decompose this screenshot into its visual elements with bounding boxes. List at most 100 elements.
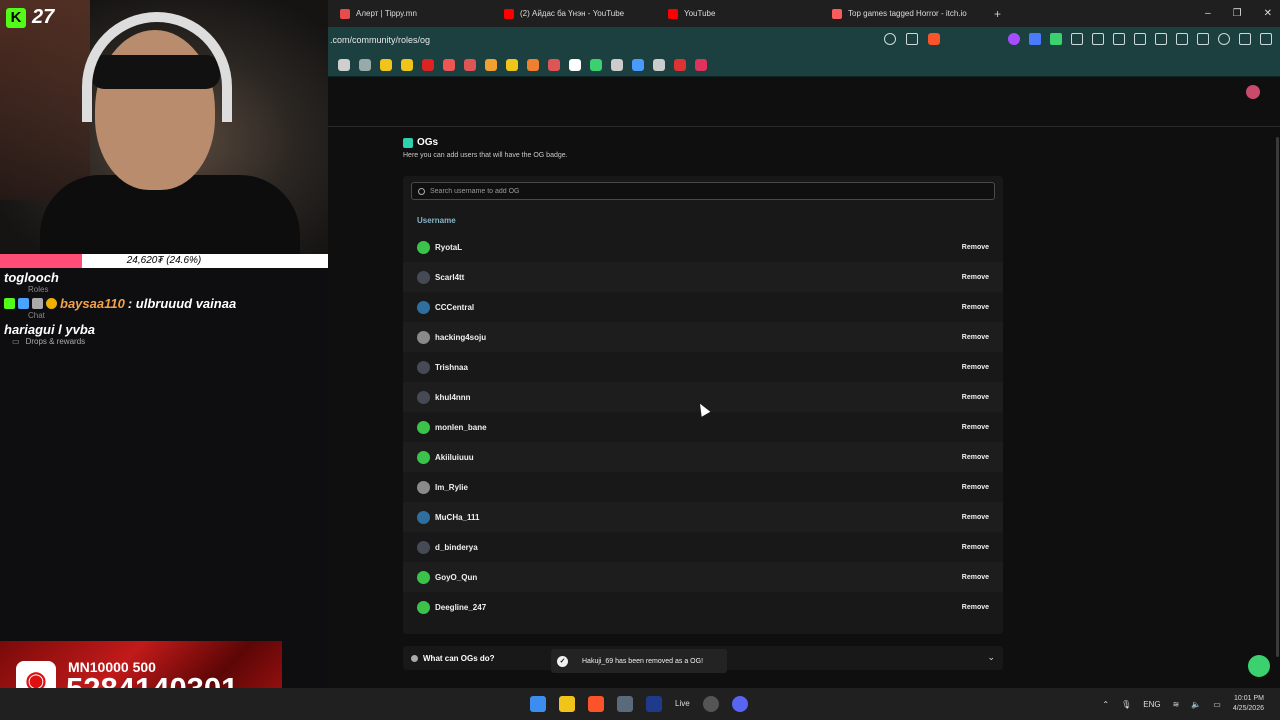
bookmark-icon[interactable] (443, 58, 455, 71)
browser-tab-2[interactable]: (2) Айдас ба Үнэн - YouTube (498, 0, 662, 27)
toast-notification: ✓ Hakuji_69 has been removed as a OG! (551, 649, 727, 673)
brave-browser-icon[interactable] (588, 696, 604, 712)
search-box (411, 182, 995, 200)
qr-icon[interactable] (1113, 33, 1125, 45)
itch-icon (832, 8, 842, 19)
live-app-label[interactable]: Live (675, 696, 690, 712)
volume-icon[interactable]: 🔈 (1191, 700, 1201, 709)
user-avatar[interactable] (1246, 85, 1260, 99)
tab-label: Алерт | Tippy.mn (356, 9, 417, 18)
chevron-down-icon[interactable]: ⌄ (987, 652, 995, 663)
remove-button[interactable]: Remove (962, 274, 989, 281)
bookmark-icon[interactable] (527, 58, 539, 71)
remove-button[interactable]: Remove (962, 544, 989, 551)
maximize-button[interactable]: ❐ (1233, 8, 1242, 19)
battery-icon[interactable]: ▭ (1213, 700, 1221, 709)
puzzle-icon[interactable] (1071, 33, 1083, 45)
shield-icon[interactable] (1239, 33, 1251, 45)
bookmark-icon[interactable] (674, 58, 686, 71)
donation-goal-bar: 24,620₮ (24.6%) (0, 254, 328, 268)
extension-purple-icon[interactable] (1008, 33, 1020, 45)
address-actions (884, 33, 940, 45)
remove-button[interactable]: Remove (962, 334, 989, 341)
remove-button[interactable]: Remove (962, 364, 989, 371)
bookmark-icon[interactable] (401, 58, 413, 71)
bookmark-icon[interactable] (569, 58, 581, 71)
file-explorer-icon[interactable] (559, 696, 575, 712)
remove-button[interactable]: Remove (962, 394, 989, 401)
info-icon (411, 654, 418, 662)
chevron-up-icon[interactable]: ⌃ (1102, 700, 1109, 709)
remove-button[interactable]: Remove (962, 304, 989, 311)
photoshop-icon[interactable] (646, 696, 662, 712)
bookmark-icon[interactable] (380, 58, 392, 71)
remove-button[interactable]: Remove (962, 454, 989, 461)
search-input[interactable] (430, 187, 970, 195)
wallet-icon[interactable] (1176, 33, 1188, 45)
bookmark-icon[interactable] (548, 58, 560, 71)
remove-button[interactable]: Remove (962, 604, 989, 611)
background-light (0, 0, 90, 200)
extension-blue-icon[interactable] (1029, 33, 1041, 45)
extension-green-icon[interactable] (1050, 33, 1062, 45)
screenshot-icon[interactable] (1092, 33, 1104, 45)
bookmark-icon[interactable] (590, 58, 602, 71)
donation-goal-text: 24,620₮ (24.6%) (126, 255, 202, 266)
sidebar-icon[interactable] (1155, 33, 1167, 45)
bookmark-icon[interactable] (338, 58, 350, 71)
bookmark-icon[interactable] (632, 58, 644, 71)
scrollbar-thumb[interactable] (1276, 137, 1279, 657)
app-icon[interactable] (617, 696, 633, 712)
bookmark-icon[interactable] (653, 58, 665, 71)
remove-button[interactable]: Remove (962, 574, 989, 581)
search-icon[interactable] (884, 33, 896, 45)
bookmark-icon[interactable] (359, 58, 371, 71)
username: khul4nnn (435, 392, 471, 402)
vpn-icon[interactable] (1197, 33, 1209, 45)
remove-button[interactable]: Remove (962, 244, 989, 251)
share-icon[interactable] (906, 33, 918, 45)
remove-button[interactable]: Remove (962, 514, 989, 521)
youtube-icon (504, 8, 514, 19)
clock[interactable]: 10:01 PM 4/25/2026 (1233, 694, 1264, 714)
bookmark-icon[interactable] (422, 58, 434, 71)
bookmark-icon[interactable] (485, 58, 497, 71)
webcam-feed: K 27 (0, 0, 328, 254)
brave-shield-icon[interactable] (928, 33, 940, 45)
bookmark-icon[interactable] (464, 58, 476, 71)
help-chat-button[interactable] (1248, 655, 1270, 677)
language-indicator[interactable]: ENG (1143, 700, 1160, 709)
minimize-button[interactable]: – (1205, 8, 1211, 19)
browser-tab-3[interactable]: YouTube (662, 0, 826, 27)
new-tab-button[interactable]: + (986, 7, 1009, 21)
url-field[interactable]: .com/community/roles/og (330, 35, 430, 45)
user-avatar (417, 480, 430, 494)
viewer-count: 27 (32, 6, 55, 28)
user-row: Akiiluiuuu Remove (403, 442, 1003, 472)
bookmark-icon[interactable] (506, 58, 518, 71)
microphone-icon[interactable]: 🎙 (1121, 700, 1131, 709)
discord-icon[interactable] (731, 696, 748, 712)
browser-tab-4[interactable]: Top games tagged Horror - itch.io (826, 0, 986, 27)
wifi-icon[interactable]: ≋ (1173, 700, 1180, 709)
user-avatar (417, 600, 430, 614)
user-avatar (417, 510, 430, 524)
user-row: RyotaL Remove (403, 232, 1003, 262)
system-tray: ⌃ 🎙 ENG ≋ 🔈 ▭ 10:01 PM 4/25/2026 (1102, 694, 1264, 714)
browser-tab-1[interactable]: Алерт | Tippy.mn (334, 0, 498, 27)
menu-icon[interactable] (1260, 33, 1272, 45)
gift-icon: ▭ (12, 337, 20, 346)
download-icon[interactable] (1134, 33, 1146, 45)
bookmark-icon[interactable] (695, 58, 707, 71)
og-badge-icon (46, 298, 57, 309)
remove-button[interactable]: Remove (962, 424, 989, 431)
close-button[interactable]: ✕ (1264, 8, 1272, 19)
bookmark-icon[interactable] (611, 58, 623, 71)
faq-label: What can OGs do? (423, 653, 495, 663)
chat-overlay: toglooch Roles baysaa110 : ulbruuud vain… (4, 270, 328, 346)
obs-icon[interactable] (702, 696, 719, 712)
username: Scarl4tt (435, 272, 465, 282)
remove-button[interactable]: Remove (962, 484, 989, 491)
windows-start-icon[interactable] (530, 696, 546, 712)
leo-icon[interactable] (1218, 33, 1230, 45)
